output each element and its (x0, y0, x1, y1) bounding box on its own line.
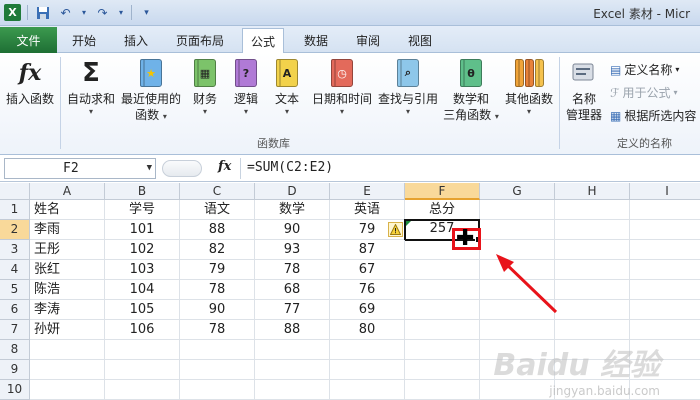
watermark-url: jingyan.baidu.com (549, 384, 660, 398)
watermark-brand: Baidu 经验 (493, 348, 660, 383)
watermark: Baidu 经验 jingyan.baidu.com (493, 340, 660, 398)
